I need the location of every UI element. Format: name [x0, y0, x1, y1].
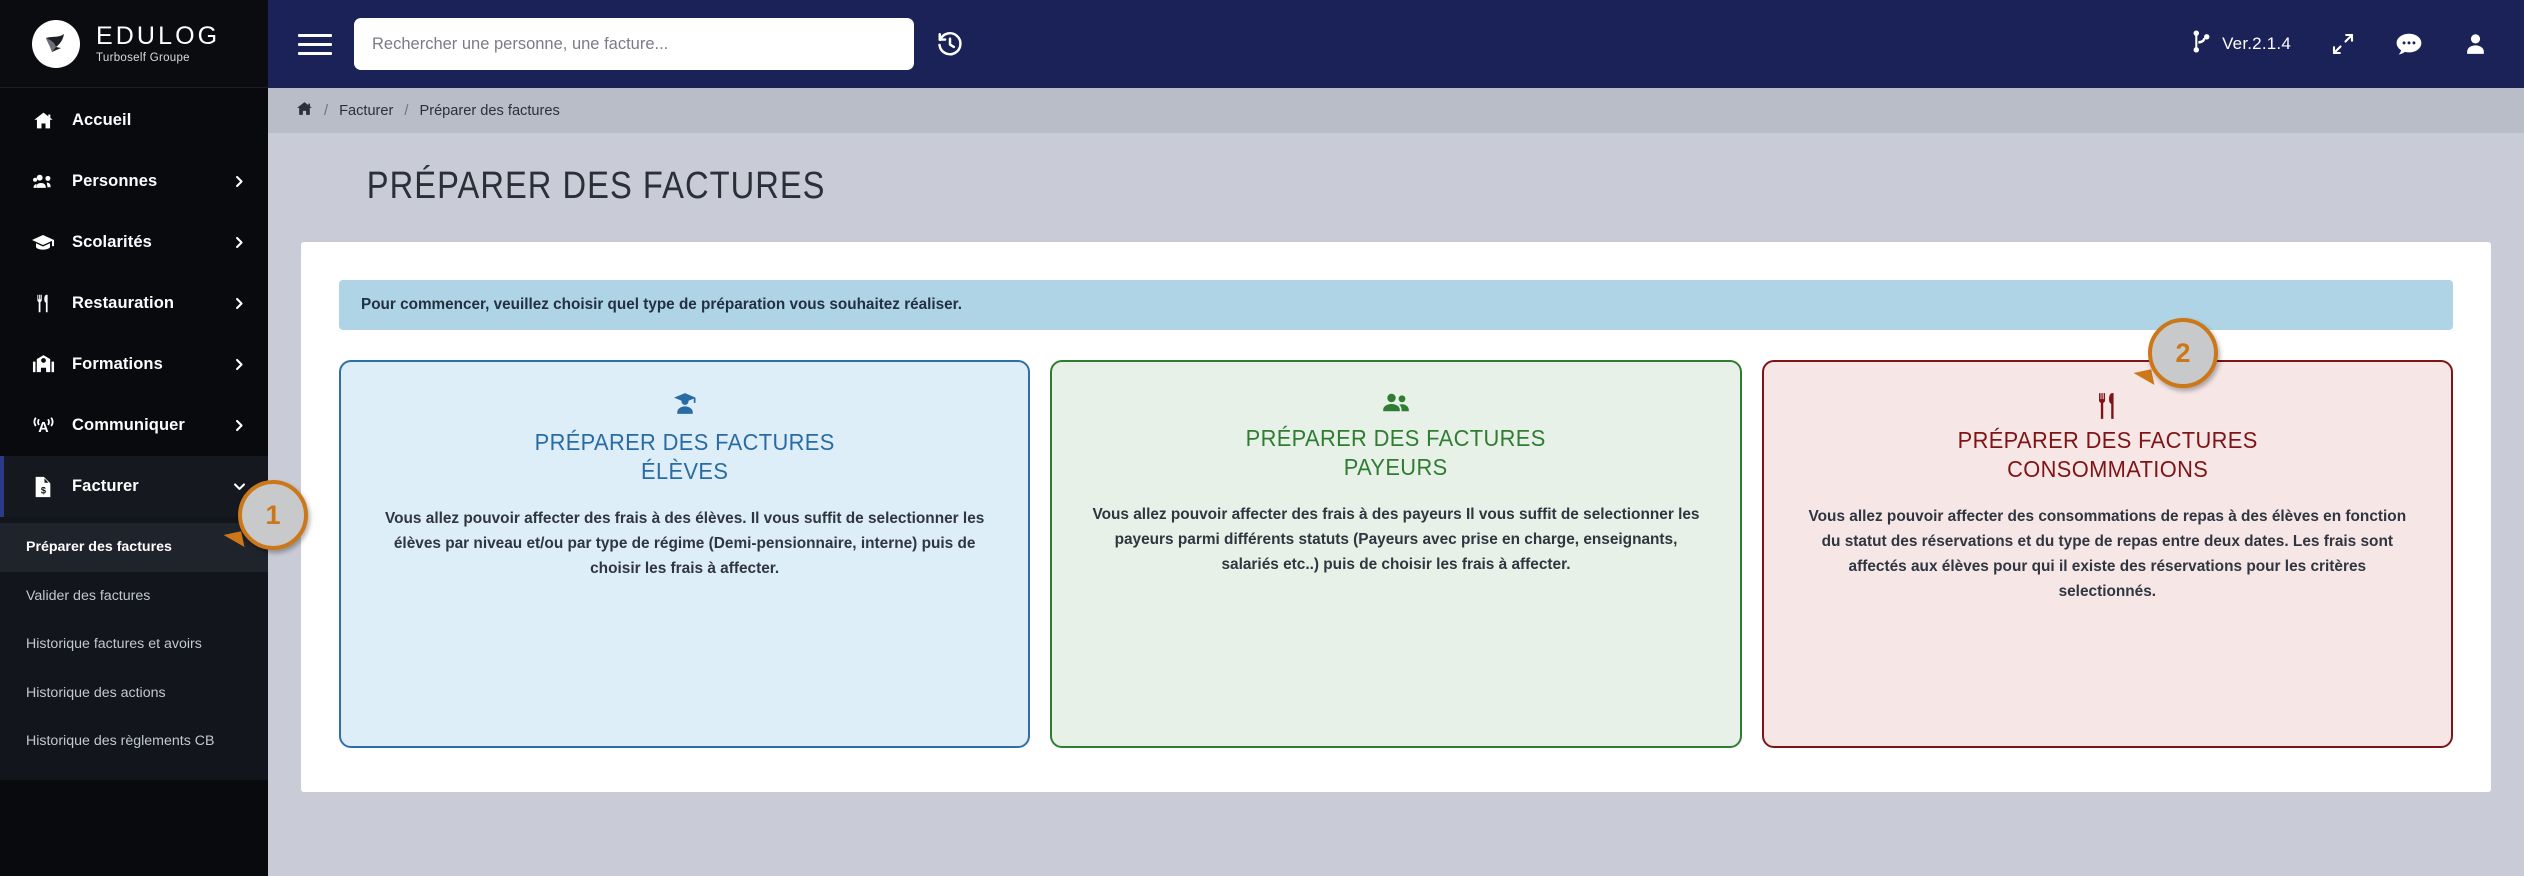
brand-logo-block[interactable]: EDULOG Turboself Groupe: [0, 0, 268, 88]
submenu-item-label: Historique factures et avoirs: [26, 636, 202, 653]
submenu-item-preparer-des-factures[interactable]: Préparer des factures: [0, 523, 268, 572]
page-title: PRÉPARER DES FACTURES: [366, 165, 826, 207]
brand-subtitle: Turboself Groupe: [96, 52, 190, 65]
breadcrumb: / Facturer / Préparer des factures: [268, 88, 2524, 133]
users-icon: [26, 170, 60, 193]
submenu-item-historique-des-reglements-cb[interactable]: Historique des règlements CB: [0, 717, 268, 766]
breadcrumb-separator: /: [324, 102, 329, 119]
card-description: Vous allez pouvoir affecter des frais à …: [385, 510, 985, 578]
chevron-right-icon: [233, 175, 246, 188]
card-description: Vous allez pouvoir affecter des frais à …: [1092, 506, 1700, 574]
card-title-line2: ÉLÈVES: [641, 457, 729, 484]
chevron-right-icon: [233, 358, 246, 371]
card-preparer-factures-payeurs[interactable]: PRÉPARER DES FACTURES PAYEURS Vous allez…: [1050, 360, 1742, 748]
school-icon: [26, 353, 60, 376]
chevron-down-icon: [233, 480, 246, 493]
sidebar-item-label: Communiquer: [72, 416, 185, 434]
search-input-wrapper[interactable]: [354, 18, 914, 70]
sidebar-item-accueil[interactable]: Accueil: [0, 90, 268, 151]
page-body: PRÉPARER DES FACTURES Pour commencer, ve…: [268, 133, 2524, 876]
submenu-item-historique-factures-et-avoirs[interactable]: Historique factures et avoirs: [0, 620, 268, 669]
content-panel: Pour commencer, veuillez choisir quel ty…: [301, 242, 2491, 792]
student-cap-person-icon: [367, 392, 1002, 422]
invoice-icon: $: [26, 476, 60, 498]
breadcrumb-item-preparer-des-factures[interactable]: Préparer des factures: [419, 103, 559, 119]
broadcast-icon: A: [26, 414, 60, 437]
sidebar-item-label: Personnes: [72, 172, 158, 190]
chevron-right-icon: [233, 236, 246, 249]
submenu-item-label: Préparer des factures: [26, 539, 172, 555]
history-icon[interactable]: [936, 30, 964, 58]
sidebar: EDULOG Turboself Groupe Accueil Personne…: [0, 0, 268, 876]
submenu-item-label: Valider des factures: [26, 587, 151, 604]
search-input[interactable]: [372, 34, 896, 54]
git-branch-icon: [2190, 29, 2213, 59]
user-icon[interactable]: [2463, 32, 2488, 57]
main-area: Ver.2.1.4: [268, 0, 2524, 876]
brand-title: EDULOG: [96, 21, 221, 50]
card-grid: PRÉPARER DES FACTURES ÉLÈVES Vous allez …: [339, 360, 2453, 748]
expand-arrows-icon[interactable]: [2331, 32, 2355, 56]
topbar-right-group: Ver.2.1.4: [2190, 29, 2488, 59]
breadcrumb-separator: /: [404, 102, 409, 119]
sidebar-item-scolarites[interactable]: Scolarités: [0, 212, 268, 273]
top-bar: Ver.2.1.4: [268, 0, 2524, 88]
home-icon: [26, 110, 60, 131]
submenu-item-valider-des-factures[interactable]: Valider des factures: [0, 572, 268, 621]
sidebar-item-personnes[interactable]: Personnes: [0, 151, 268, 212]
card-description: Vous allez pouvoir affecter des consomma…: [1808, 508, 2407, 601]
sidebar-item-label: Accueil: [72, 111, 132, 129]
sidebar-item-label: Restauration: [72, 294, 175, 312]
chat-bubble-icon[interactable]: [2395, 31, 2423, 58]
sidebar-item-formations[interactable]: Formations: [0, 334, 268, 395]
card-title: PRÉPARER DES FACTURES PAYEURS: [1101, 424, 1692, 481]
svg-text:A: A: [38, 420, 48, 436]
submenu-item-historique-des-actions[interactable]: Historique des actions: [0, 669, 268, 718]
home-icon[interactable]: [296, 100, 313, 121]
cutlery-icon: [26, 293, 60, 314]
card-title-line1: PRÉPARER DES FACTURES: [1245, 425, 1547, 451]
application-window: EDULOG Turboself Groupe Accueil Personne…: [0, 0, 2524, 876]
two-people-icon: [1078, 392, 1713, 418]
sidebar-item-label: Formations: [72, 355, 163, 373]
graduation-cap-icon: [26, 231, 60, 255]
version-label: Ver.2.1.4: [2222, 34, 2291, 53]
hamburger-icon[interactable]: [298, 27, 332, 61]
svg-text:$: $: [41, 485, 46, 495]
sidebar-item-label: Scolarités: [72, 233, 152, 251]
facturer-submenu: Préparer des factures Valider des factur…: [0, 517, 268, 780]
cutlery-icon: [1790, 392, 2425, 420]
sidebar-nav: Accueil Personnes Scolarités Restauratio…: [0, 88, 268, 876]
card-title: PRÉPARER DES FACTURES ÉLÈVES: [389, 428, 980, 485]
bird-icon: [32, 19, 80, 68]
card-title-line2: PAYEURS: [1344, 453, 1448, 480]
chevron-right-icon: [233, 419, 246, 432]
chevron-right-icon: [233, 297, 246, 310]
card-preparer-factures-eleves[interactable]: PRÉPARER DES FACTURES ÉLÈVES Vous allez …: [339, 360, 1031, 748]
submenu-item-label: Historique des actions: [26, 684, 166, 701]
card-preparer-factures-consommations[interactable]: PRÉPARER DES FACTURES CONSOMMATIONS Vous…: [1761, 360, 2453, 748]
submenu-item-label: Historique des règlements CB: [26, 733, 215, 750]
sidebar-item-communiquer[interactable]: A Communiquer: [0, 395, 268, 456]
sidebar-item-label: Facturer: [72, 477, 139, 495]
card-title-line2: CONSOMMATIONS: [2006, 455, 2208, 482]
sidebar-item-facturer[interactable]: $ Facturer: [0, 456, 268, 517]
card-title: PRÉPARER DES FACTURES CONSOMMATIONS: [1812, 426, 2403, 483]
version-indicator[interactable]: Ver.2.1.4: [2190, 29, 2291, 59]
card-title-line1: PRÉPARER DES FACTURES: [534, 429, 835, 455]
breadcrumb-item-facturer[interactable]: Facturer: [339, 103, 393, 119]
sidebar-item-restauration[interactable]: Restauration: [0, 273, 268, 334]
card-title-line1: PRÉPARER DES FACTURES: [1957, 427, 2258, 453]
info-banner: Pour commencer, veuillez choisir quel ty…: [339, 280, 2453, 330]
